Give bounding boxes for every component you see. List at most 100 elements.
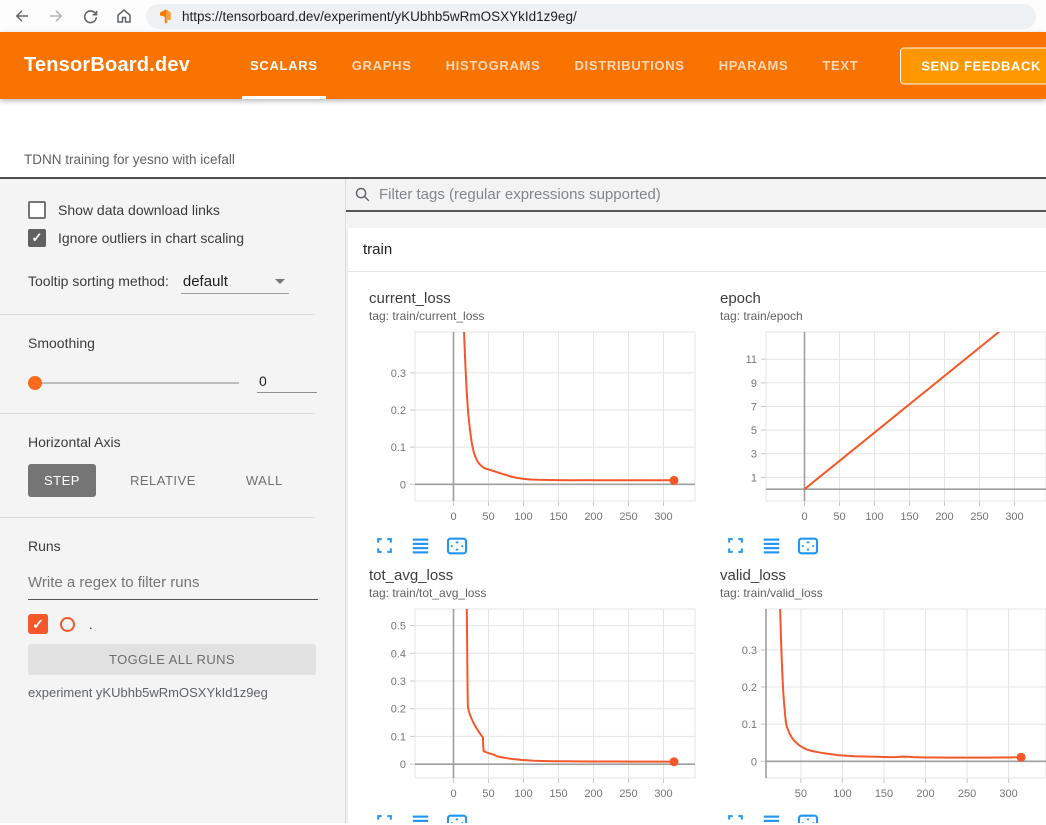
- chart-plot-area[interactable]: 05010015020025030000.10.20.3: [359, 327, 697, 532]
- run-color-swatch: [60, 617, 75, 632]
- chevron-down-icon: [275, 279, 285, 284]
- svg-text:50: 50: [795, 788, 807, 800]
- chart-actions: [727, 814, 1046, 823]
- svg-text:0.3: 0.3: [742, 645, 757, 657]
- svg-text:200: 200: [916, 788, 934, 800]
- tab-text[interactable]: TEXT: [822, 32, 858, 99]
- chart-tag: tag: train/epoch: [710, 307, 1046, 327]
- expand-chart-icon[interactable]: [727, 537, 749, 557]
- svg-text:300: 300: [654, 511, 672, 523]
- fit-domain-icon[interactable]: [446, 537, 468, 557]
- run-list-item: ✓ .: [28, 614, 345, 634]
- log-scale-icon[interactable]: [762, 814, 784, 823]
- svg-text:3: 3: [751, 449, 757, 461]
- url-bar[interactable]: https://tensorboard.dev/experiment/yKUbh…: [146, 4, 1036, 29]
- experiment-id-caption: experiment yKUbhb5wRmOSXYkId1z9eg: [28, 685, 345, 700]
- tensorboard-favicon-icon: [158, 8, 174, 24]
- smoothing-value-input[interactable]: 0: [257, 373, 317, 393]
- charts-grid: current_loss tag: train/current_loss 050…: [348, 272, 1046, 823]
- nav-tabs: SCALARS GRAPHS HISTOGRAMS DISTRIBUTIONS …: [250, 32, 858, 99]
- tag-group-header-train[interactable]: train: [348, 228, 1046, 272]
- tab-distributions[interactable]: DISTRIBUTIONS: [574, 32, 684, 99]
- toggle-all-runs-button[interactable]: TOGGLE ALL RUNS: [28, 644, 316, 675]
- brand-logo[interactable]: TensorBoard.dev: [24, 54, 190, 77]
- svg-text:0: 0: [801, 511, 807, 523]
- chart-title: tot_avg_loss: [359, 567, 697, 584]
- tooltip-sorting-dropdown[interactable]: default: [181, 273, 289, 294]
- chart-plot-area[interactable]: 0501001502002503001357911: [710, 327, 1046, 532]
- back-arrow-icon: [13, 7, 31, 25]
- back-button[interactable]: [10, 4, 34, 28]
- tab-graphs[interactable]: GRAPHS: [352, 32, 412, 99]
- svg-text:0: 0: [400, 759, 406, 771]
- fit-domain-icon[interactable]: [797, 537, 819, 557]
- svg-text:150: 150: [549, 511, 567, 523]
- svg-text:9: 9: [751, 378, 757, 390]
- chart-title: epoch: [710, 290, 1046, 307]
- runs-regex-input[interactable]: [28, 564, 318, 600]
- svg-text:250: 250: [958, 788, 976, 800]
- expand-chart-icon[interactable]: [376, 814, 398, 823]
- svg-text:150: 150: [875, 788, 893, 800]
- tab-hparams[interactable]: HPARAMS: [719, 32, 789, 99]
- svg-text:0.3: 0.3: [391, 676, 406, 688]
- svg-text:11: 11: [746, 354, 757, 366]
- tab-histograms[interactable]: HISTOGRAMS: [446, 32, 541, 99]
- svg-text:0: 0: [450, 511, 456, 523]
- chart-actions: [376, 814, 697, 823]
- smoothing-slider-thumb[interactable]: [28, 376, 42, 390]
- chart-plot-area[interactable]: 5010015020025030000.10.20.3: [710, 604, 1046, 809]
- chart-plot-area[interactable]: 05010015020025030000.10.20.30.40.5: [359, 604, 697, 809]
- axis-wall-button[interactable]: WALL: [230, 464, 299, 497]
- svg-text:300: 300: [654, 788, 672, 800]
- filter-tags-input[interactable]: [379, 186, 1046, 203]
- svg-text:150: 150: [549, 788, 567, 800]
- fit-domain-icon[interactable]: [446, 814, 468, 823]
- url-text: https://tensorboard.dev/experiment/yKUbh…: [182, 9, 577, 24]
- chart-title: valid_loss: [710, 567, 1046, 584]
- forward-button[interactable]: [44, 4, 68, 28]
- axis-step-button[interactable]: STEP: [28, 464, 96, 497]
- expand-chart-icon[interactable]: [376, 537, 398, 557]
- smoothing-slider[interactable]: [28, 382, 239, 384]
- run-checkbox[interactable]: ✓: [28, 614, 48, 634]
- chart-current-loss: current_loss tag: train/current_loss 050…: [359, 290, 697, 557]
- svg-text:200: 200: [935, 511, 953, 523]
- log-scale-icon[interactable]: [411, 814, 433, 823]
- svg-text:250: 250: [970, 511, 988, 523]
- svg-text:0: 0: [400, 479, 406, 491]
- expand-chart-icon[interactable]: [727, 814, 749, 823]
- runs-label: Runs: [28, 538, 345, 554]
- svg-text:300: 300: [999, 788, 1017, 800]
- svg-text:100: 100: [833, 788, 851, 800]
- show-download-links-checkbox[interactable]: [28, 201, 46, 219]
- svg-text:0.4: 0.4: [391, 648, 406, 660]
- svg-text:0.1: 0.1: [391, 731, 406, 743]
- svg-text:300: 300: [1005, 511, 1023, 523]
- tab-scalars[interactable]: SCALARS: [250, 32, 318, 99]
- chart-epoch: epoch tag: train/epoch 05010015020025030…: [710, 290, 1046, 557]
- log-scale-icon[interactable]: [411, 537, 433, 557]
- svg-text:0: 0: [751, 756, 757, 768]
- title-band: TDNN training for yesno with icefall: [0, 99, 1046, 179]
- svg-text:1: 1: [751, 472, 757, 484]
- svg-text:100: 100: [514, 511, 532, 523]
- axis-relative-button[interactable]: RELATIVE: [114, 464, 212, 497]
- settings-sidebar: Show data download links ✓ Ignore outlie…: [0, 179, 346, 823]
- home-icon: [115, 7, 133, 25]
- chart-tag: tag: train/tot_avg_loss: [359, 584, 697, 604]
- search-icon: [354, 186, 371, 203]
- svg-text:5: 5: [751, 425, 757, 437]
- svg-text:0.2: 0.2: [391, 405, 406, 417]
- reload-button[interactable]: [78, 4, 102, 28]
- send-feedback-button[interactable]: SEND FEEDBACK: [900, 47, 1046, 84]
- run-name: .: [89, 617, 93, 632]
- sidebar-divider: [0, 413, 315, 414]
- chart-tot-avg-loss: tot_avg_loss tag: train/tot_avg_loss 050…: [359, 567, 697, 823]
- home-button[interactable]: [112, 4, 136, 28]
- log-scale-icon[interactable]: [762, 537, 784, 557]
- tag-group-card: train current_loss tag: train/current_lo…: [348, 228, 1046, 823]
- app-header: TensorBoard.dev SCALARS GRAPHS HISTOGRAM…: [0, 32, 1046, 99]
- ignore-outliers-checkbox[interactable]: ✓: [28, 229, 46, 247]
- fit-domain-icon[interactable]: [797, 814, 819, 823]
